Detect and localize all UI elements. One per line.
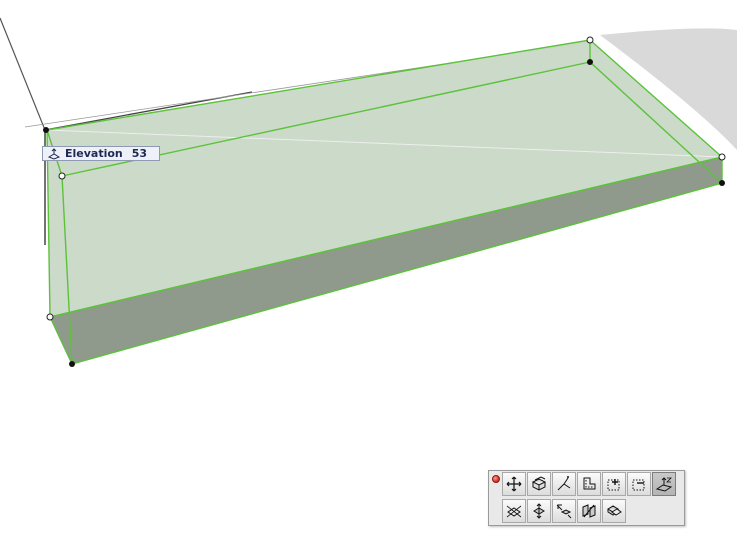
rotate-button[interactable] [502,499,526,523]
elevation-value: 53 [131,147,148,160]
elevation-tooltip: Elevation 53 [42,146,160,161]
elevation-label: Elevation [65,147,123,160]
palette-row-1 [502,472,677,496]
split-button[interactable] [577,499,601,523]
palette-row-2 [502,499,627,523]
vertex-handle[interactable] [43,127,49,133]
multiply-icon [556,504,572,519]
stretch-button[interactable] [602,499,626,523]
elevation-edit-button[interactable] [652,472,676,496]
mirror-button[interactable] [527,499,551,523]
3d-viewport[interactable] [0,0,737,537]
stretch-icon [607,505,622,516]
vertex-handle[interactable] [586,36,594,44]
vertex-handle[interactable] [58,172,66,180]
drag-pivot-button[interactable] [552,472,576,496]
add-point-button[interactable] [602,472,626,496]
subtract-icon [632,479,645,491]
mirror-icon [533,503,545,519]
offset-button[interactable] [577,472,601,496]
elevation-icon [47,147,61,160]
extrude-button[interactable] [527,472,551,496]
drag-pivot-icon [557,476,571,491]
offset-icon [583,477,596,490]
pet-palette[interactable] [488,470,685,526]
close-icon[interactable] [492,475,500,483]
elevation-edit-icon [655,477,673,492]
add-point-icon [607,479,620,491]
vertex-handle[interactable] [46,313,54,321]
subtract-button[interactable] [627,472,651,496]
extrude-icon [531,476,547,491]
split-icon [582,504,596,518]
vertex-handle[interactable] [718,153,726,161]
move-icon [506,476,522,492]
rotate-icon [506,505,522,518]
multiply-button[interactable] [552,499,576,523]
vertex-handle[interactable] [69,361,75,367]
move-button[interactable] [502,472,526,496]
vertex-handle[interactable] [587,59,593,65]
guide-line [0,17,46,131]
vertex-handle[interactable] [719,180,725,186]
